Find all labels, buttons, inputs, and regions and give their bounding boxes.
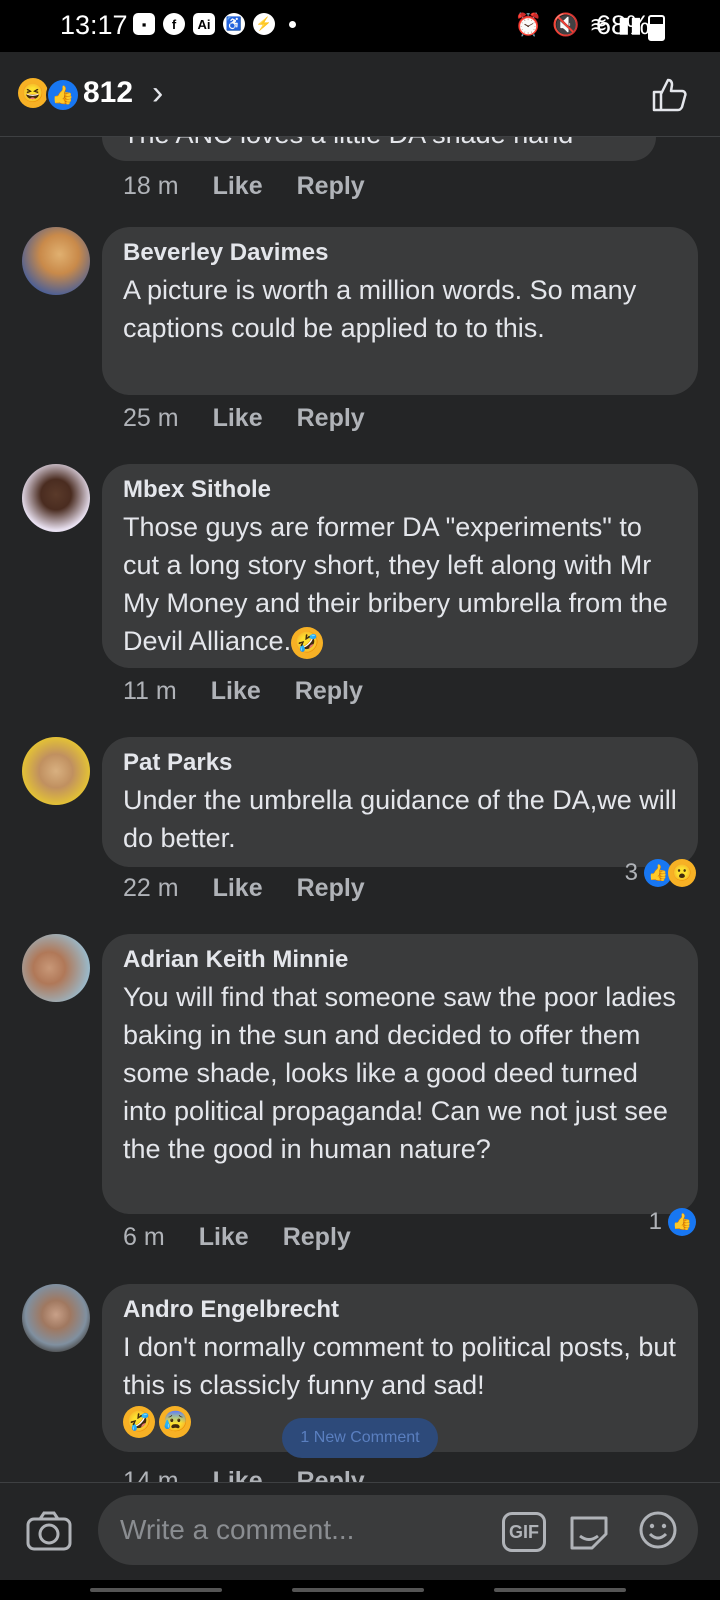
- more-notifications-dot: [289, 20, 296, 28]
- new-comment-pill[interactable]: 1 New Comment: [282, 1418, 438, 1458]
- comment-meta: 11 m Like Reply: [123, 677, 363, 706]
- like-icon: 👍: [46, 78, 80, 112]
- reaction-count: 1: [648, 1208, 662, 1235]
- reaction-count[interactable]: 812: [83, 76, 133, 110]
- comment-time: 25 m: [123, 404, 179, 432]
- reply-link[interactable]: Reply: [295, 677, 363, 706]
- like-link[interactable]: Like: [213, 172, 263, 201]
- status-time: 13:17: [60, 10, 128, 40]
- nav-back[interactable]: [494, 1588, 626, 1592]
- comment-meta: 18 m Like Reply: [123, 172, 365, 201]
- avatar[interactable]: [22, 737, 90, 805]
- comment-bubble[interactable]: Mbex Sithole Those guys are former DA "e…: [102, 464, 698, 668]
- comment-bubble-partial[interactable]: The ANC loves a little DA shade hand: [102, 137, 656, 161]
- alarm-icon: ⏰: [514, 12, 542, 37]
- comment-bubble[interactable]: Beverley Davimes A picture is worth a mi…: [102, 227, 698, 395]
- like-link[interactable]: Like: [213, 1467, 263, 1482]
- comment-author[interactable]: Beverley Davimes: [123, 239, 678, 267]
- comment-text: Under the umbrella guidance of the DA,we…: [123, 785, 677, 853]
- comment-time: 6 m: [123, 1223, 165, 1251]
- avatar[interactable]: [22, 464, 90, 532]
- like-link[interactable]: Like: [213, 404, 263, 433]
- thumbs-up-icon[interactable]: [650, 74, 690, 114]
- reaction-count: 3: [624, 859, 638, 886]
- comment-input[interactable]: Write a comment... GIF: [98, 1495, 698, 1565]
- accessibility-icon: ♿: [223, 13, 245, 35]
- emoji-icon[interactable]: [638, 1510, 678, 1550]
- reaction-badge[interactable]: 1 👍: [649, 1208, 696, 1236]
- system-nav-bar: [0, 1580, 720, 1600]
- comment-text: The ANC loves a little DA shade hand: [123, 137, 636, 153]
- comment-placeholder: Write a comment...: [120, 1514, 355, 1545]
- ai-icon: Ai: [193, 13, 215, 35]
- comment-author[interactable]: Mbex Sithole: [123, 476, 678, 504]
- comment-time: 11 m: [123, 677, 177, 705]
- rofl-emoji-icon: 🤣: [123, 1406, 155, 1438]
- comment-time: 18 m: [123, 172, 179, 200]
- reply-link[interactable]: Reply: [283, 1223, 351, 1252]
- like-link[interactable]: Like: [213, 874, 263, 903]
- comment-meta: 6 m Like Reply: [123, 1223, 351, 1252]
- comment-time: 22 m: [123, 874, 179, 902]
- comment-author[interactable]: Pat Parks: [123, 749, 678, 777]
- reply-link[interactable]: Reply: [297, 404, 365, 433]
- haha-icon: 😆: [18, 78, 48, 108]
- avatar[interactable]: [22, 227, 90, 295]
- gif-button[interactable]: GIF: [502, 1512, 546, 1552]
- mute-icon: 🔇: [551, 12, 580, 37]
- rofl-emoji-icon: 🤣: [291, 626, 324, 659]
- facebook-icon: f: [163, 13, 185, 35]
- comment-time: 14 m: [123, 1467, 179, 1482]
- like-link[interactable]: Like: [211, 677, 261, 706]
- battery-percent: 68%: [596, 10, 651, 40]
- notification-icons: ▪ f Ai ♿ ⚡: [133, 13, 296, 35]
- wow-icon: 😮: [668, 859, 696, 887]
- comment-meta: 25 m Like Reply: [123, 404, 365, 433]
- reply-link[interactable]: Reply: [297, 172, 365, 201]
- comment-bubble[interactable]: Pat Parks Under the umbrella guidance of…: [102, 737, 698, 867]
- reply-link[interactable]: Reply: [297, 1467, 365, 1482]
- reply-link[interactable]: Reply: [297, 874, 365, 903]
- comment-text-wrap: Those guys are former DA "experiments" t…: [123, 508, 678, 660]
- comment-text: Those guys are former DA "experiments" t…: [123, 512, 668, 656]
- like-icon: 👍: [668, 1208, 696, 1236]
- avatar[interactable]: [22, 934, 90, 1002]
- chevron-right-icon[interactable]: ›: [152, 74, 163, 113]
- camera-icon[interactable]: [26, 1511, 72, 1551]
- message-icon: ▪: [133, 13, 155, 35]
- comment-text: A picture is worth a million words. So m…: [123, 275, 637, 343]
- comment-author[interactable]: Andro Engelbrecht: [123, 1296, 678, 1324]
- comments-header: 😆 👍 812 ›: [0, 52, 720, 137]
- reaction-badge[interactable]: 3 👍 😮: [625, 859, 696, 887]
- comment-author[interactable]: Adrian Keith Minnie: [123, 946, 678, 974]
- comment-feed[interactable]: The ANC loves a little DA shade hand 18 …: [0, 137, 720, 1482]
- nav-home[interactable]: [292, 1588, 424, 1592]
- comment-meta: 14 m Like Reply: [123, 1467, 365, 1482]
- messenger-icon: ⚡: [253, 13, 275, 35]
- comment-bubble[interactable]: Adrian Keith Minnie You will find that s…: [102, 934, 698, 1214]
- comment-meta: 22 m Like Reply: [123, 874, 365, 903]
- anxious-emoji-icon: 😰: [159, 1406, 192, 1438]
- avatar[interactable]: [22, 1284, 90, 1352]
- status-bar: 13:17 ▪ f Ai ♿ ⚡ ⏰ 🔇 ≋ ▮▮ 68%: [0, 0, 720, 52]
- comment-text: You will find that someone saw the poor …: [123, 982, 676, 1164]
- comment-composer: Write a comment... GIF: [0, 1482, 720, 1581]
- nav-recents[interactable]: [90, 1588, 222, 1592]
- sticker-icon[interactable]: [568, 1510, 610, 1550]
- battery-icon: [648, 15, 665, 41]
- like-link[interactable]: Like: [199, 1223, 249, 1252]
- comment-text: I don't normally comment to political po…: [123, 1332, 676, 1400]
- reaction-summary[interactable]: 😆 👍: [18, 78, 80, 112]
